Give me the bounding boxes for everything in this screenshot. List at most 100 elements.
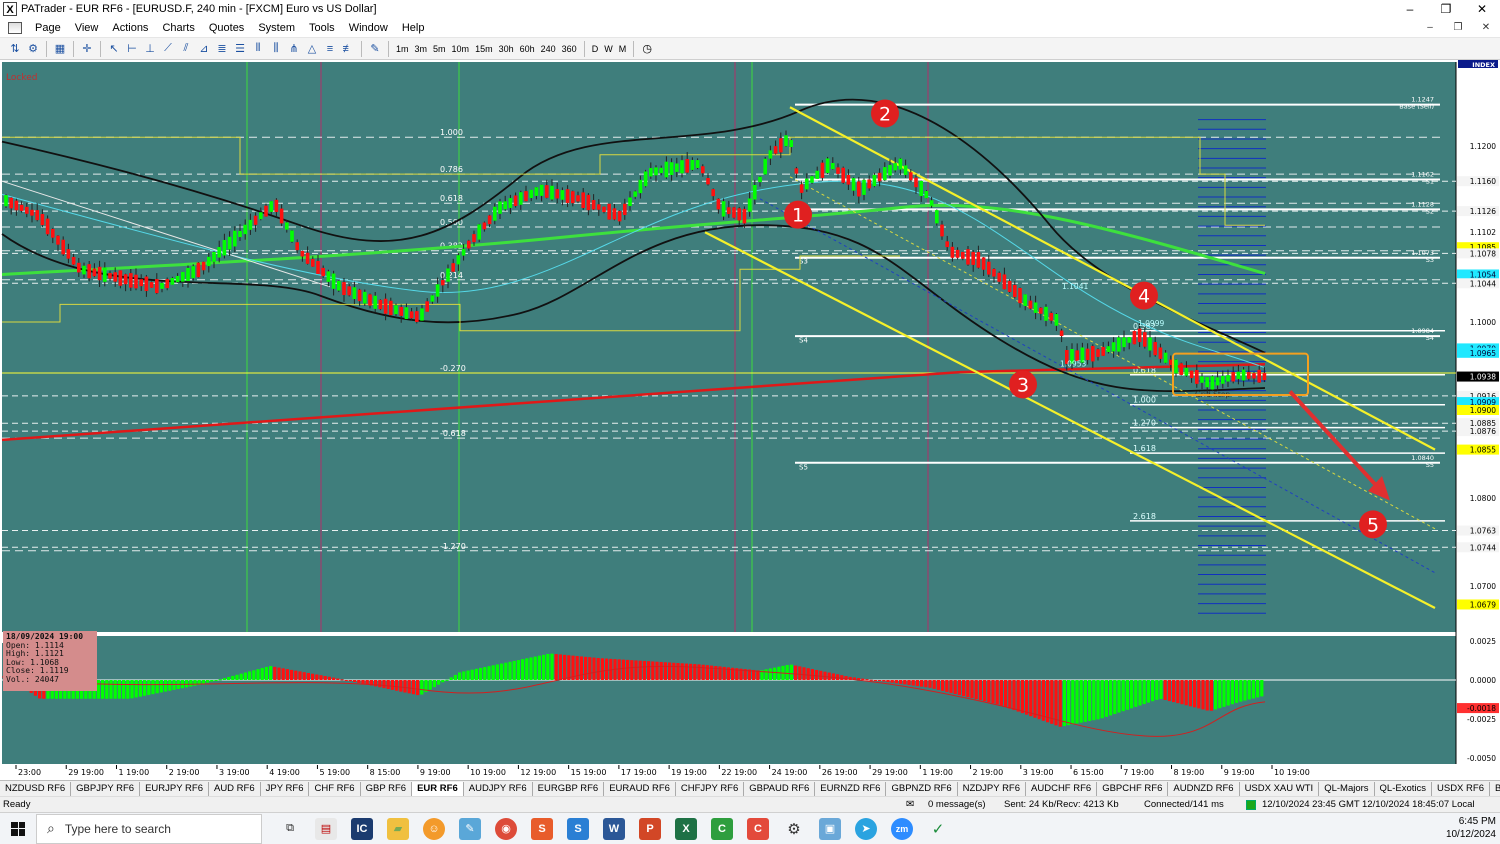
symbol-tab-usdx-xau-wti[interactable]: USDX XAU WTI — [1240, 781, 1320, 796]
settings-gear-icon[interactable]: ⚙ — [783, 818, 805, 840]
gann-icon[interactable]: ⫼ — [268, 41, 284, 57]
symbol-tab-usdx-rf6[interactable]: USDX RF6 — [1432, 781, 1490, 796]
mdi-minimize-button[interactable]: – — [1416, 18, 1444, 38]
clock-icon[interactable]: ◷ — [639, 41, 655, 57]
close-button[interactable]: ✕ — [1464, 0, 1500, 18]
price-chart[interactable]: 1.0000.7860.6180.5000.3820.214-0.270-0.6… — [0, 60, 1500, 780]
menu-view[interactable]: View — [68, 18, 106, 38]
crosshair-icon[interactable]: ✛ — [79, 41, 95, 57]
symbol-tab-audjpy-rf6[interactable]: AUDJPY RF6 — [464, 781, 533, 796]
timeframe-30[interactable]: 30h — [496, 44, 517, 54]
symbol-tab-eur-rf6[interactable]: EUR RF6 — [412, 781, 464, 796]
symbol-tab-gbpjpy-rf6[interactable]: GBPJPY RF6 — [71, 781, 141, 796]
powerpoint-icon[interactable]: P — [639, 817, 661, 840]
red-c-app-icon[interactable]: C — [747, 817, 769, 840]
period-monthly[interactable]: M — [616, 44, 630, 54]
maximize-button[interactable]: ❐ — [1428, 0, 1464, 18]
symbol-tab-eurnzd-rf6[interactable]: EURNZD RF6 — [815, 781, 887, 796]
levels-alt-icon[interactable]: ≢ — [340, 41, 356, 57]
symbol-tab-jpy-rf6[interactable]: JPY RF6 — [261, 781, 310, 796]
symbol-tab-euraud-rf6[interactable]: EURAUD RF6 — [604, 781, 676, 796]
timeframe-240[interactable]: 240 — [538, 44, 559, 54]
menu-system[interactable]: System — [251, 18, 302, 38]
symbol-tab-nzdusd-rf6[interactable]: NZDUSD RF6 — [0, 781, 72, 796]
triangle-icon[interactable]: △ — [304, 41, 320, 57]
buy-sell-icon[interactable]: ⇅ — [7, 41, 23, 57]
windows-start-icon[interactable] — [0, 813, 36, 844]
document-icon[interactable] — [8, 21, 22, 34]
s-app-red-icon[interactable]: S — [531, 817, 553, 840]
symbol-tab-gbpnzd-rf6[interactable]: GBPNZD RF6 — [886, 781, 958, 796]
fib-fan-icon[interactable]: ⊿ — [196, 41, 212, 57]
pointer-icon[interactable]: ↖ — [106, 41, 122, 57]
symbol-tab-ql-exotics[interactable]: QL-Exotics — [1375, 781, 1432, 796]
symbol-tab-bitcoin[interactable]: Bitcoin — [1490, 782, 1500, 796]
word-icon[interactable]: W — [603, 817, 625, 840]
ic-markets-icon[interactable]: IC — [351, 817, 373, 840]
zoom-icon[interactable]: zm — [891, 817, 913, 840]
fib-retracement-icon[interactable]: ≣ — [214, 41, 230, 57]
bearish-candle — [820, 162, 825, 178]
taskbar-clock[interactable]: 6:45 PM 10/12/2024 — [1446, 815, 1496, 841]
symbol-tab-eurjpy-rf6[interactable]: EURJPY RF6 — [140, 781, 209, 796]
task-view-icon[interactable]: ⧉ — [279, 818, 301, 840]
network-app-icon[interactable]: ▣ — [819, 817, 841, 840]
timeframe-15m[interactable]: 15m — [472, 44, 496, 54]
menu-window[interactable]: Window — [342, 18, 395, 38]
menu-charts[interactable]: Charts — [155, 18, 201, 38]
timeframe-3m[interactable]: 3m — [412, 44, 431, 54]
tradingview-icon[interactable]: ✓ — [927, 818, 949, 840]
levels-icon[interactable]: ≡ — [322, 41, 338, 57]
menu-page[interactable]: Page — [28, 18, 68, 38]
chart-icon[interactable]: ▦ — [52, 41, 68, 57]
menu-actions[interactable]: Actions — [105, 18, 155, 38]
taskbar-search-input[interactable]: ⌕ Type here to search — [36, 813, 262, 844]
macd-histogram-bar — [991, 680, 995, 704]
symbol-tab-nzdjpy-rf6[interactable]: NZDJPY RF6 — [958, 781, 1027, 796]
timeframe-1m[interactable]: 1m — [393, 44, 412, 54]
notepad-icon[interactable]: ✎ — [459, 817, 481, 840]
symbol-tab-audnzd-rf6[interactable]: AUDNZD RF6 — [1168, 781, 1240, 796]
timeframe-360[interactable]: 360 — [559, 44, 580, 54]
symbol-tab-eurgbp-rf6[interactable]: EURGBP RF6 — [533, 781, 605, 796]
fib-extension-icon[interactable]: ☰ — [232, 41, 248, 57]
symbol-tab-gbp-rf6[interactable]: GBP RF6 — [361, 781, 413, 796]
menu-tools[interactable]: Tools — [302, 18, 342, 38]
symbol-tab-ql-majors[interactable]: QL-Majors — [1319, 781, 1375, 796]
chart-area[interactable]: 1.000 0.786 0.618 0.500 0.382 0.214 -0.270 -0.6… — [0, 60, 1500, 780]
horizontal-line-icon[interactable]: ⊢ — [124, 41, 140, 57]
orange-app-icon[interactable]: ☺ — [423, 817, 445, 840]
green-c-app-icon[interactable]: C — [711, 817, 733, 840]
bearish-candle — [981, 257, 986, 270]
chrome-icon[interactable]: ◉ — [495, 817, 517, 840]
menu-quotes[interactable]: Quotes — [202, 18, 251, 38]
symbol-tab-gbpaud-rf6[interactable]: GBPAUD RF6 — [744, 781, 816, 796]
symbol-tab-audchf-rf6[interactable]: AUDCHF RF6 — [1026, 781, 1098, 796]
minimize-button[interactable]: – — [1392, 0, 1428, 18]
trend-line-icon[interactable]: ⟋ — [160, 41, 176, 57]
draw-icon[interactable]: ✎ — [367, 41, 383, 57]
symbol-tab-chfjpy-rf6[interactable]: CHFJPY RF6 — [676, 781, 745, 796]
timeframe-60[interactable]: 60h — [517, 44, 538, 54]
period-weekly[interactable]: W — [601, 44, 616, 54]
patrader-taskbar-icon[interactable]: ▤ — [315, 817, 337, 840]
excel-icon[interactable]: X — [675, 817, 697, 840]
period-daily[interactable]: D — [589, 44, 602, 54]
symbol-tab-chf-rf6[interactable]: CHF RF6 — [309, 781, 361, 796]
andrews-pitchfork-icon[interactable]: ⋔ — [286, 41, 302, 57]
timeframe-10m[interactable]: 10m — [449, 44, 473, 54]
mdi-restore-button[interactable]: ❐ — [1444, 18, 1472, 38]
timeframe-5m[interactable]: 5m — [430, 44, 449, 54]
file-explorer-icon[interactable]: ▰ — [387, 817, 409, 840]
s-app-blue-icon[interactable]: S — [567, 817, 589, 840]
channel-icon[interactable]: ⫽ — [178, 41, 194, 57]
vertical-line-icon[interactable]: ⊥ — [142, 41, 158, 57]
order-icon[interactable]: ⚙ — [25, 41, 41, 57]
mdi-close-button[interactable]: ✕ — [1472, 18, 1500, 38]
symbol-tab-aud-rf6[interactable]: AUD RF6 — [209, 781, 261, 796]
bearish-candle — [92, 268, 97, 277]
telegram-icon[interactable]: ➤ — [855, 817, 877, 840]
menu-help[interactable]: Help — [395, 18, 432, 38]
fib-time-icon[interactable]: ⦀ — [250, 41, 266, 57]
symbol-tab-gbpchf-rf6[interactable]: GBPCHF RF6 — [1097, 781, 1169, 796]
